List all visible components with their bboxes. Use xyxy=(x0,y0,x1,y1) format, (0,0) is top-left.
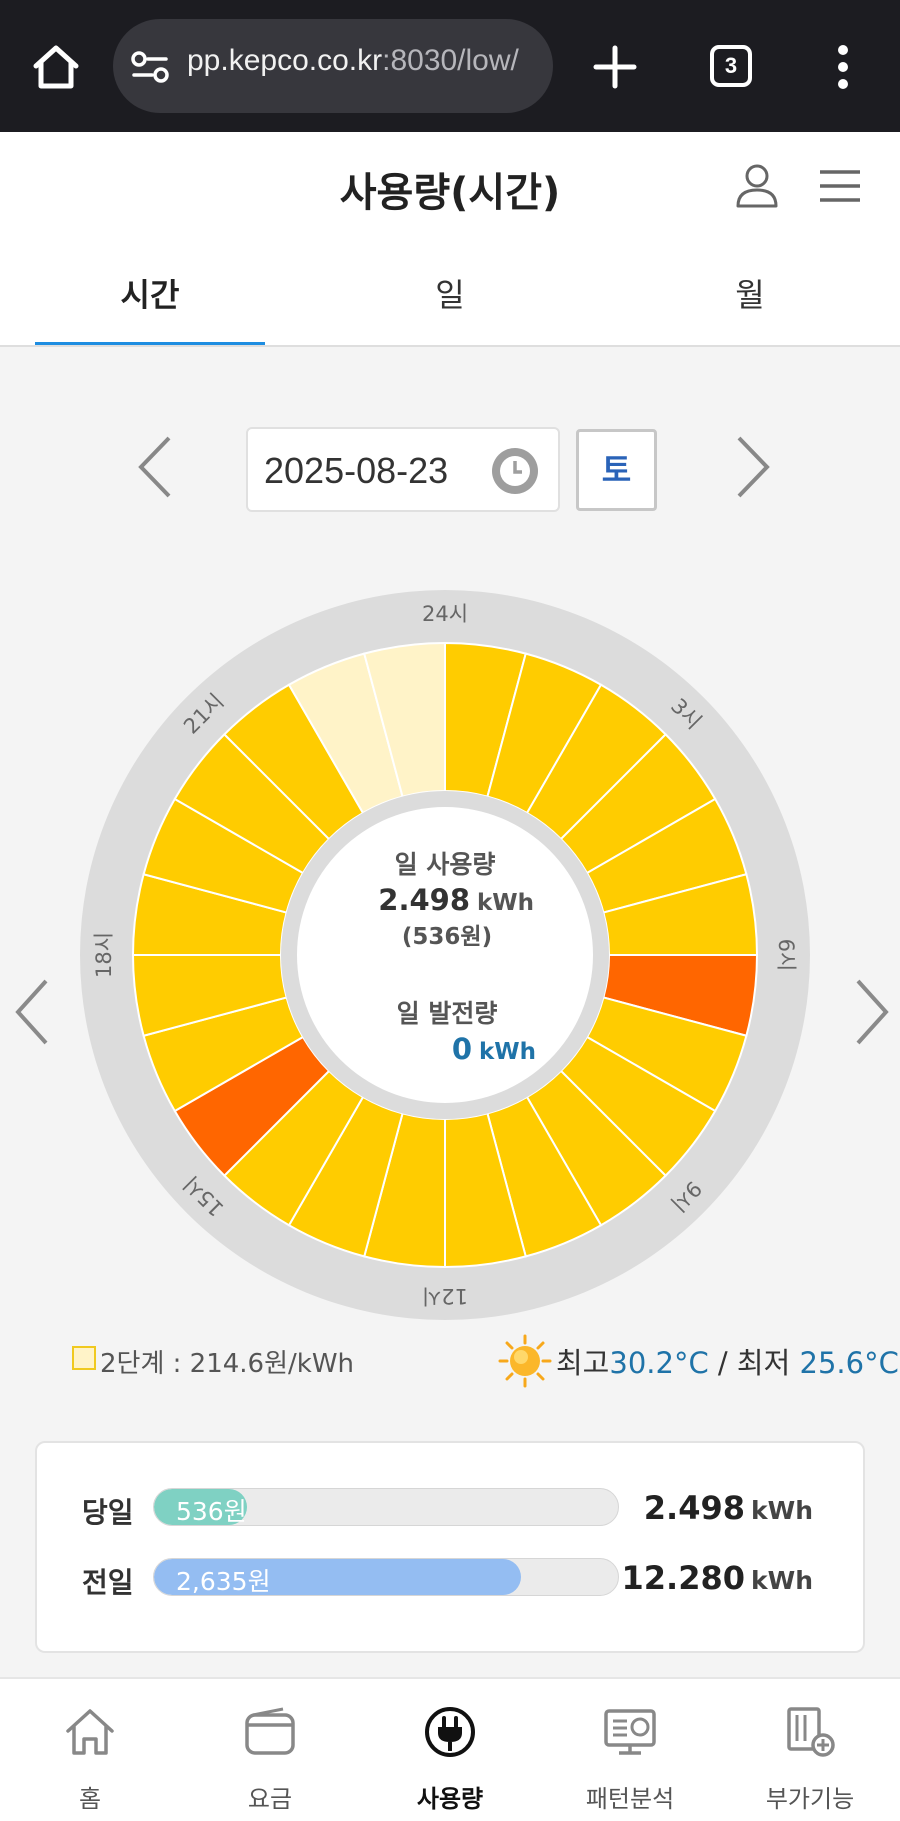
home-icon[interactable] xyxy=(30,42,82,92)
page-header: 사용량(시간) 시간 일 월 xyxy=(0,132,900,347)
daily-generation-unit: kWh xyxy=(479,1039,536,1065)
daily-generation-title: 일 발전량 xyxy=(397,999,498,1028)
nav-usage[interactable]: 사용량 xyxy=(360,1679,540,1821)
wallet-icon xyxy=(245,1707,295,1755)
hourly-usage-dial: 24시3시6시9시12시15시18시21시 일 사용량 2.498 kWh (5… xyxy=(80,590,810,1320)
today-label: 당일 xyxy=(82,1496,134,1529)
temp-separator: / xyxy=(708,1346,737,1380)
yesterday-usage-value: 12.280 kWh xyxy=(621,1559,813,1597)
tab-daily[interactable]: 일 xyxy=(300,270,600,316)
weekday-badge: 토 xyxy=(576,429,657,511)
hour-label: 18시 xyxy=(92,932,116,978)
date-value: 2025-08-23 xyxy=(264,450,449,491)
hour-label: 6시 xyxy=(774,939,798,972)
yesterday-usage-bar: 2,635원 xyxy=(153,1558,619,1596)
nav-bill[interactable]: 요금 xyxy=(180,1679,360,1821)
nav-home[interactable]: 홈 xyxy=(0,1679,180,1821)
home-icon xyxy=(66,1709,114,1755)
hour-label: 12시 xyxy=(422,1284,468,1308)
bottom-navigation: 홈 요금 사용량 패턴분석 부가기능 xyxy=(0,1677,900,1821)
user-icon[interactable] xyxy=(734,162,780,210)
hamburger-menu-icon[interactable] xyxy=(818,168,862,204)
daily-usage-cost: (536원) xyxy=(402,924,492,950)
browser-toolbar: pp.kepco.co.kr:8030/low/ 3 xyxy=(0,0,900,132)
url-text[interactable]: pp.kepco.co.kr:8030/low/ xyxy=(187,44,519,78)
nav-extra-features[interactable]: 부가기능 xyxy=(720,1679,900,1821)
daily-usage-title: 일 사용량 xyxy=(395,850,496,879)
min-temp-label: 최저 xyxy=(736,1346,800,1380)
min-temp-value: 25.6°C xyxy=(799,1346,899,1380)
daily-usage-value: 2.498 xyxy=(378,883,470,917)
previous-date-icon[interactable] xyxy=(135,432,175,502)
date-picker-field[interactable]: 2025-08-23 xyxy=(246,427,560,512)
next-page-icon[interactable] xyxy=(852,975,892,1049)
daily-usage-unit: kWh xyxy=(477,890,534,916)
temperature-summary: 최고30.2°C / 최저 25.6°C xyxy=(556,1340,899,1382)
today-usage-value: 2.498 kWh xyxy=(643,1489,813,1527)
tab-switcher-button[interactable]: 3 xyxy=(710,45,752,87)
tier-legend-text: 2단계 : 214.6원/kWh xyxy=(100,1349,355,1379)
site-settings-icon[interactable] xyxy=(130,50,170,84)
today-cost: 536원 xyxy=(176,1497,247,1526)
max-temp-label: 최고 xyxy=(556,1346,610,1380)
hour-label: 24시 xyxy=(422,602,468,626)
usage-comparison-card: 당일 536원 2.498 kWh 전일 2,635원 12.280 kWh xyxy=(35,1441,865,1653)
monitor-chart-icon xyxy=(604,1709,656,1755)
sun-icon xyxy=(498,1334,552,1388)
yesterday-cost: 2,635원 xyxy=(176,1567,271,1596)
new-tab-icon[interactable] xyxy=(590,42,640,92)
tab-hourly[interactable]: 시간 xyxy=(0,270,300,316)
next-date-icon[interactable] xyxy=(733,432,773,502)
clock-icon[interactable] xyxy=(490,446,540,496)
tier-legend-swatch xyxy=(72,1346,96,1370)
daily-generation-value: 0 xyxy=(452,1032,472,1066)
tab-divider xyxy=(0,345,900,347)
plug-icon xyxy=(425,1707,475,1757)
nav-pattern-analysis[interactable]: 패턴분석 xyxy=(540,1679,720,1821)
previous-page-icon[interactable] xyxy=(12,975,52,1049)
max-temp-value: 30.2°C xyxy=(609,1346,709,1380)
add-feature-icon xyxy=(787,1707,835,1757)
today-usage-bar: 536원 xyxy=(153,1488,619,1526)
more-menu-icon[interactable] xyxy=(830,44,856,90)
yesterday-label: 전일 xyxy=(82,1566,134,1599)
tab-monthly[interactable]: 월 xyxy=(600,270,900,316)
